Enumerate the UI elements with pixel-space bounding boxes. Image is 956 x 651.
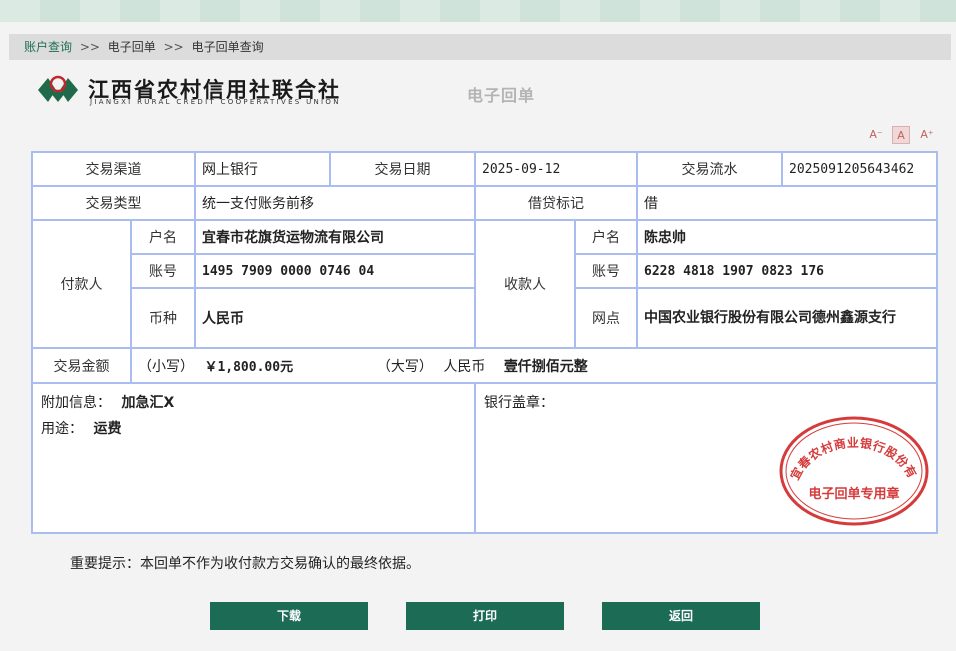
date-value: 2025-09-12 xyxy=(474,151,638,187)
serial-label: 交易流水 xyxy=(636,151,783,187)
amount-label: 交易金额 xyxy=(31,347,132,384)
amount-small-label: （小写） xyxy=(138,358,194,375)
payer-currency-label: 币种 xyxy=(130,287,196,349)
breadcrumb: 账户查询 >> 电子回单 >> 电子回单查询 xyxy=(9,34,951,60)
extra-info-label: 附加信息： xyxy=(41,395,111,411)
font-normal-button[interactable]: A xyxy=(892,126,910,144)
bank-emblem-icon xyxy=(38,75,78,102)
payee-name-label: 户名 xyxy=(574,219,638,255)
payer-name-label: 户名 xyxy=(130,219,196,255)
payer-label: 付款人 xyxy=(31,219,132,349)
extra-info-value: 加急汇X xyxy=(121,395,175,411)
breadcrumb-e-receipt-query: 电子回单查询 xyxy=(191,40,264,54)
breadcrumb-e-receipt: 电子回单 xyxy=(107,40,156,54)
payer-currency: 人民币 xyxy=(194,287,476,349)
serial-value: 2025091205643462 xyxy=(781,151,938,187)
download-button[interactable]: 下载 xyxy=(210,602,368,630)
back-button[interactable]: 返回 xyxy=(602,602,760,630)
extra-info-cell: 附加信息： 加急汇X 用途： 运费 xyxy=(31,382,476,534)
channel-label: 交易渠道 xyxy=(31,151,196,187)
payee-name: 陈忠帅 xyxy=(636,219,938,255)
type-label: 交易类型 xyxy=(31,185,196,221)
date-label: 交易日期 xyxy=(329,151,476,187)
breadcrumb-separator: >> xyxy=(163,40,184,54)
seal-center-text: 电子回单专用章 xyxy=(808,486,899,502)
amount-currency: 人民币 xyxy=(443,358,486,375)
important-notice: 重要提示：本回单不作为收付款方交易确认的最终依据。 xyxy=(70,556,420,572)
channel-value: 网上银行 xyxy=(194,151,331,187)
top-banner xyxy=(0,0,956,22)
dc-label: 借贷标记 xyxy=(474,185,638,221)
amount-big-label: （大写） xyxy=(376,358,433,375)
payee-label: 收款人 xyxy=(474,219,576,349)
breadcrumb-separator: >> xyxy=(79,40,100,54)
payee-branch: 中国农业银行股份有限公司德州鑫源支行 xyxy=(636,287,938,349)
amount-row: （小写） ￥1,800.00元 （大写） 人民币 壹仟捌佰元整 xyxy=(130,347,938,384)
payee-account: 6228 4818 1907 0823 176 xyxy=(636,253,938,289)
payer-account: 1495 7909 0000 0746 04 xyxy=(194,253,476,289)
bank-seal-stamp: 宜春农村商业银行股份有限公司 电子回单专用章 xyxy=(778,415,929,526)
amount-small: ￥1,800.00元 xyxy=(204,359,294,375)
payer-account-label: 账号 xyxy=(130,253,196,289)
amount-big: 壹仟捌佰元整 xyxy=(503,358,588,375)
payee-branch-label: 网点 xyxy=(574,287,638,349)
breadcrumb-account-query[interactable]: 账户查询 xyxy=(24,34,72,60)
bank-name-english: JIANGXI RURAL CREDIT COOPERATIVES UNION xyxy=(90,98,341,106)
purpose-value: 运费 xyxy=(93,421,122,437)
seal-arc-text: 宜春农村商业银行股份有限公司 xyxy=(778,415,920,482)
font-smaller-button[interactable]: A⁻ xyxy=(868,126,884,144)
print-button[interactable]: 打印 xyxy=(406,602,564,630)
font-larger-button[interactable]: A⁺ xyxy=(918,126,936,144)
payee-account-label: 账号 xyxy=(574,253,638,289)
payer-name: 宜春市花旗货运物流有限公司 xyxy=(194,219,476,255)
purpose-label: 用途： xyxy=(41,421,83,437)
dc-value: 借 xyxy=(636,185,938,221)
document-title: 电子回单 xyxy=(467,86,536,105)
stamp-label: 银行盖章： xyxy=(484,395,554,411)
font-size-controls: A⁻ A A⁺ xyxy=(868,126,938,144)
bank-logo: 江西省农村信用社联合社 JIANGXI RURAL CREDIT COOPERA… xyxy=(36,72,456,108)
type-value: 统一支付账务前移 xyxy=(194,185,476,221)
